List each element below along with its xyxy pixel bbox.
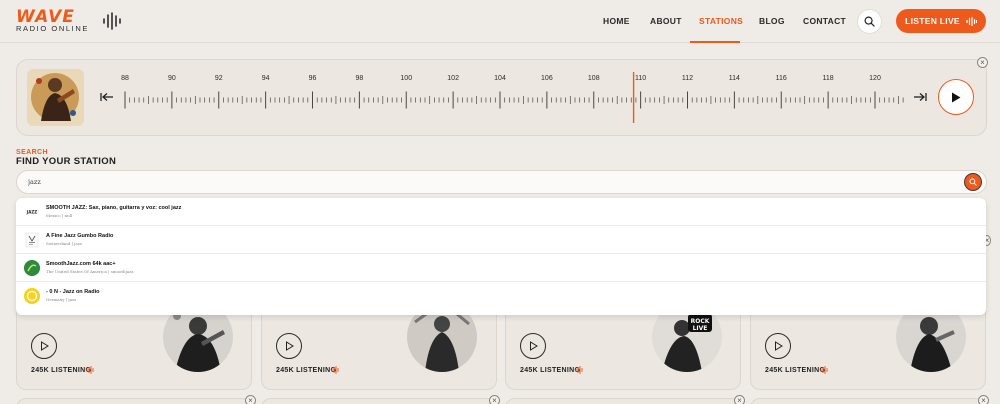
previous-station-button[interactable] [100, 91, 114, 105]
nav-about[interactable]: ABOUT [650, 16, 682, 26]
station-search-input[interactable] [28, 177, 928, 187]
result-station-meta: Mexico | null [46, 213, 73, 218]
next-station-button[interactable] [913, 91, 927, 105]
close-icon: × [980, 57, 985, 67]
search-result-item[interactable]: A Fine Jazz Gumbo Radio Switzerland | ja… [16, 226, 986, 254]
result-station-name: - 0 N - Jazz on Radio [46, 289, 100, 295]
station-logo: JAZZ [24, 204, 40, 220]
station-logo [24, 288, 40, 304]
remove-card-button[interactable]: × [489, 395, 500, 404]
search-section-title: FIND YOUR STATION [16, 156, 117, 167]
equalizer-icon [86, 366, 94, 374]
station-card[interactable] [16, 398, 252, 404]
station-card[interactable] [750, 398, 986, 404]
search-result-item[interactable]: - 0 N - Jazz on Radio Germany | jazz [16, 282, 986, 310]
close-icon: × [492, 395, 497, 404]
play-icon [285, 341, 294, 351]
listen-live-button[interactable]: LISTEN LIVE [896, 9, 986, 33]
frequency-label: 118 [823, 75, 834, 82]
close-icon: × [737, 395, 742, 404]
result-station-meta: Germany | jazz [46, 297, 77, 302]
nav-blog[interactable]: BLOG [759, 16, 785, 26]
station-artwork [27, 69, 84, 126]
result-station-meta: Switzerland | jazz [46, 241, 82, 246]
active-nav-indicator [690, 41, 740, 43]
frequency-label: 88 [121, 75, 129, 82]
remove-card-button[interactable]: × [734, 395, 745, 404]
header-search-button[interactable] [857, 9, 882, 34]
play-icon [952, 92, 961, 102]
play-icon [529, 341, 538, 351]
result-station-name: SMOOTH JAZZ: Sax, piano, guitarra y voz:… [46, 205, 182, 211]
soundwave-icon [103, 12, 121, 30]
remove-card-button[interactable]: × [245, 395, 256, 404]
search-submit-button[interactable] [964, 173, 982, 191]
equalizer-icon [820, 366, 828, 374]
listener-count: 245K LISTENING [520, 367, 581, 374]
search-result-item[interactable]: SmoothJazz.com 64k aac+ The United State… [16, 254, 986, 282]
logo[interactable]: WAVE RADIO ONLINE [16, 9, 126, 35]
equalizer-icon [575, 366, 583, 374]
arrow-right-icon [914, 93, 927, 101]
station-card[interactable] [261, 398, 497, 404]
frequency-label: 100 [400, 75, 412, 82]
close-icon: × [981, 395, 986, 404]
listener-count: 245K LISTENING [765, 367, 826, 374]
station-card[interactable] [505, 398, 741, 404]
search-icon [864, 16, 875, 27]
remove-card-button[interactable]: × [978, 395, 989, 404]
close-icon: × [248, 395, 253, 404]
play-icon [774, 341, 783, 351]
frequency-label: 108 [588, 75, 600, 82]
logo-tagline: RADIO ONLINE [16, 24, 89, 33]
nav-contact[interactable]: CONTACT [803, 16, 846, 26]
svg-text:JAZZ: JAZZ [26, 210, 37, 215]
station-logo [24, 232, 40, 248]
nav-home[interactable]: HOME [603, 16, 630, 26]
frequency-label: 110 [635, 75, 646, 82]
result-station-name: SmoothJazz.com 64k aac+ [46, 261, 116, 267]
frequency-label: 94 [262, 75, 270, 82]
station-card-play-button[interactable] [31, 333, 57, 359]
frequency-label: 106 [541, 75, 553, 82]
result-station-meta: The United States Of America | smoothjaz… [46, 269, 134, 274]
station-card-play-button[interactable] [520, 333, 546, 359]
search-results-dropdown: JAZZ SMOOTH JAZZ: Sax, piano, guitarra y… [16, 198, 986, 315]
frequency-label: 116 [776, 75, 787, 82]
frequency-label: 112 [682, 75, 693, 82]
close-tuner-button[interactable]: × [977, 57, 988, 68]
equalizer-icon [331, 366, 339, 374]
svg-text:ROCK: ROCK [691, 318, 710, 325]
frequency-label: 98 [355, 75, 363, 82]
frequency-scale[interactable]: 88 90 92 94 96 98 100 102 104 106 108 110 112 114 116 1… [120, 70, 910, 125]
frequency-label: 96 [309, 75, 317, 82]
frequency-label: 104 [494, 75, 506, 82]
station-logo [24, 260, 40, 276]
svg-text:LIVE: LIVE [693, 325, 708, 332]
listener-count: 245K LISTENING [276, 367, 337, 374]
search-result-item[interactable]: JAZZ SMOOTH JAZZ: Sax, piano, guitarra y… [16, 198, 986, 226]
soundwave-icon [966, 16, 977, 26]
tuner-play-button[interactable] [938, 79, 974, 115]
nav-stations[interactable]: STATIONS [699, 16, 743, 26]
site-header: WAVE RADIO ONLINE HOME ABOUT STATIONS BL… [0, 0, 1000, 43]
listener-count: 245K LISTENING [31, 367, 92, 374]
station-card-play-button[interactable] [276, 333, 302, 359]
search-icon [969, 178, 977, 186]
result-station-name: A Fine Jazz Gumbo Radio [46, 233, 114, 239]
frequency-label: 102 [447, 75, 459, 82]
arrow-left-icon [100, 93, 113, 101]
frequency-label: 90 [168, 75, 176, 82]
frequency-label: 92 [215, 75, 223, 82]
play-icon [40, 341, 49, 351]
frequency-label: 120 [869, 75, 881, 82]
search-section-label: SEARCH [16, 149, 48, 156]
listen-live-label: LISTEN LIVE [905, 16, 960, 26]
frequency-label: 114 [729, 75, 740, 82]
station-card-play-button[interactable] [765, 333, 791, 359]
